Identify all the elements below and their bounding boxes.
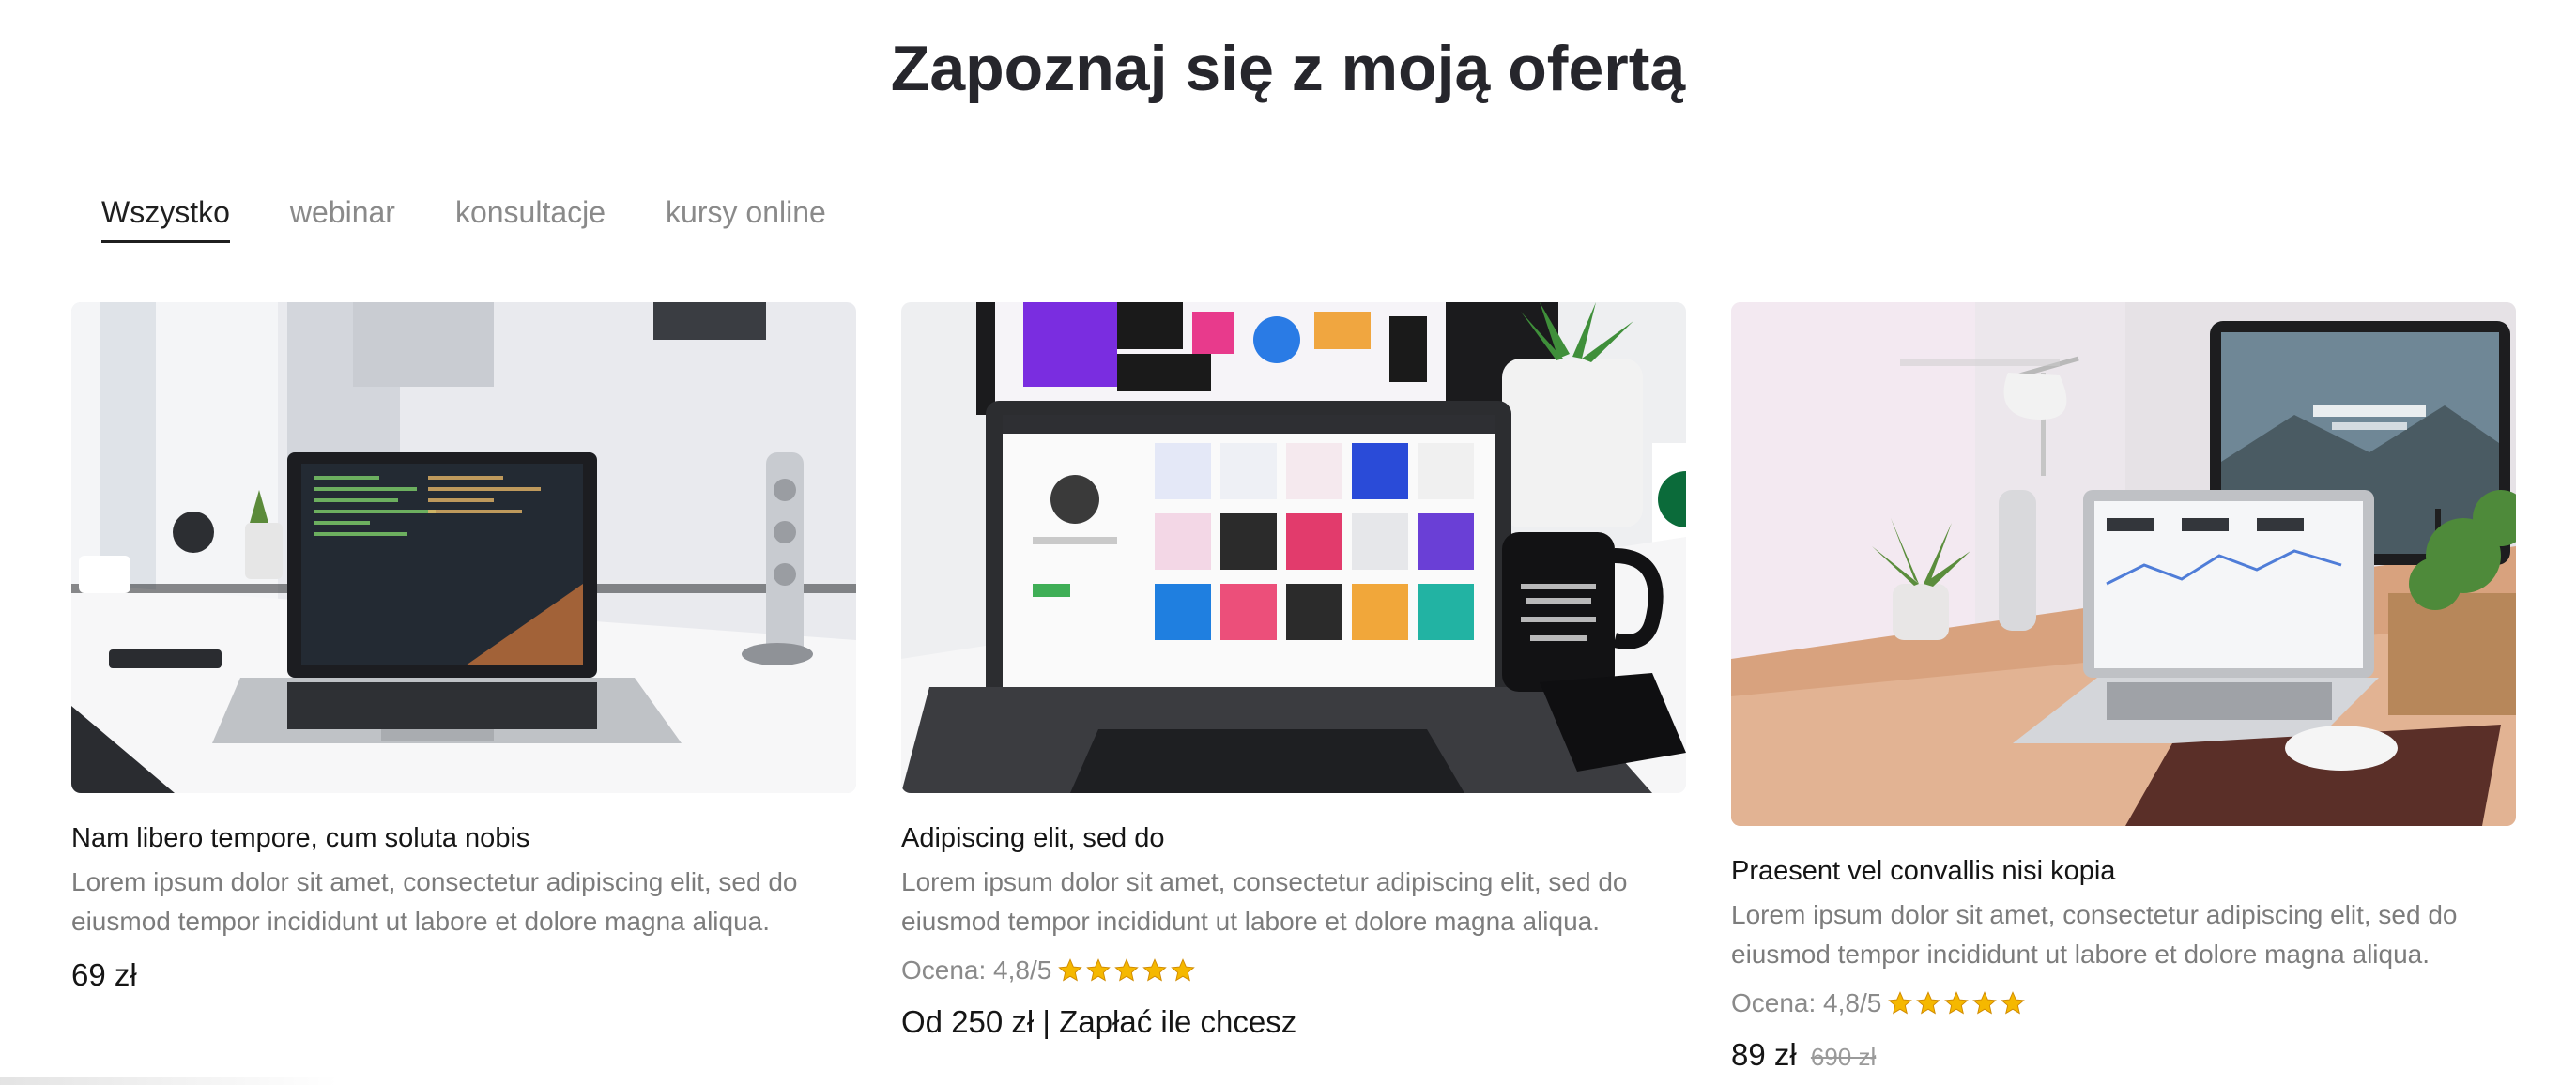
- star-icon: [1916, 991, 1941, 1015]
- rating-text: Ocena: 4,8/5: [1731, 988, 1882, 1017]
- tab-webinar[interactable]: webinar: [290, 193, 395, 243]
- offer-page: Zapoznaj się z moją ofertą Wszystko webi…: [0, 0, 2576, 1085]
- star-icon: [1058, 958, 1083, 982]
- product-description: Lorem ipsum dolor sit amet, consectetur …: [901, 867, 1628, 936]
- product-title[interactable]: Adipiscing elit, sed do: [901, 821, 1686, 855]
- product-image[interactable]: [1731, 302, 2516, 826]
- star-icon: [1171, 958, 1196, 982]
- tab-online-courses[interactable]: kursy online: [666, 193, 826, 243]
- product-image[interactable]: [901, 302, 1686, 793]
- product-title[interactable]: Nam libero tempore, cum soluta nobis: [71, 821, 856, 855]
- current-price: 89 zł: [1731, 1037, 1797, 1072]
- product-price: 89 zł 690 zł: [1731, 1036, 2516, 1076]
- star-icon: [1142, 958, 1168, 982]
- page-title: Zapoznaj się z moją ofertą: [890, 33, 1686, 104]
- category-tabs: Wszystko webinar konsultacje kursy onlin…: [101, 193, 826, 243]
- product-price: 69 zł: [71, 957, 137, 992]
- product-price: Od 250 zł | Zapłać ile chcesz: [901, 1004, 1297, 1039]
- product-card[interactable]: Adipiscing elit, sed do Lorem ipsum dolo…: [901, 302, 1686, 1041]
- star-icon: [1114, 958, 1140, 982]
- product-description: Lorem ipsum dolor sit amet, consectetur …: [71, 867, 798, 936]
- product-rating: Ocena: 4,8/5: [901, 953, 1686, 988]
- rating-stars: [1887, 990, 2026, 1016]
- rating-text: Ocena: 4,8/5: [901, 955, 1052, 985]
- tab-consultations[interactable]: konsultacje: [455, 193, 606, 243]
- rating-stars: [1057, 957, 1196, 984]
- bottom-shadow: [0, 1077, 338, 1085]
- product-rating: Ocena: 4,8/5: [1731, 986, 2516, 1021]
- old-price: 690 zł: [1810, 1043, 1877, 1071]
- tab-all[interactable]: Wszystko: [101, 193, 230, 243]
- star-icon: [1086, 958, 1112, 982]
- star-icon: [1972, 991, 1998, 1015]
- star-icon: [1944, 991, 1970, 1015]
- product-title[interactable]: Praesent vel convallis nisi kopia: [1731, 854, 2516, 888]
- star-icon: [1888, 991, 1913, 1015]
- product-card[interactable]: Praesent vel convallis nisi kopia Lorem …: [1731, 302, 2516, 1076]
- star-icon: [2001, 991, 2026, 1015]
- product-description: Lorem ipsum dolor sit amet, consectetur …: [1731, 900, 2458, 969]
- product-image[interactable]: [71, 302, 856, 793]
- product-card[interactable]: Nam libero tempore, cum soluta nobis Lor…: [71, 302, 856, 994]
